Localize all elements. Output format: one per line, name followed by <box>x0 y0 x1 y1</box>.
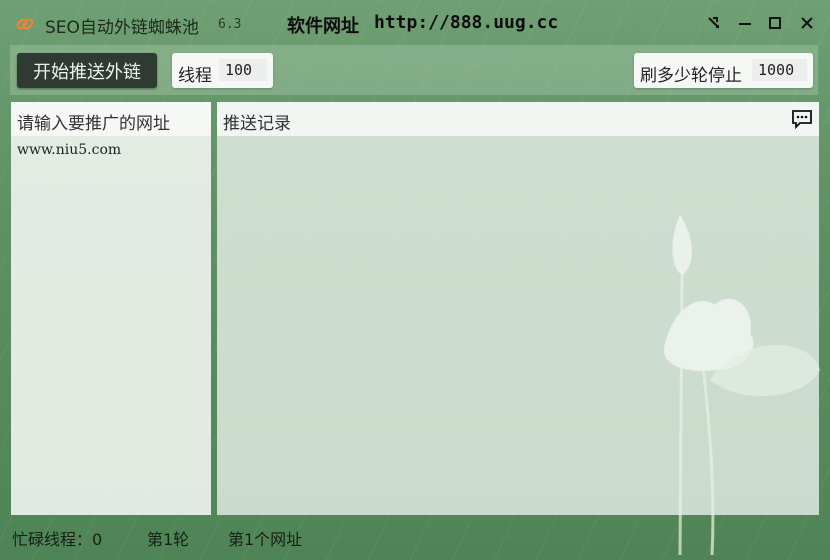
message-icon[interactable] <box>791 109 813 129</box>
threads-input[interactable] <box>219 59 267 81</box>
site-label: 软件网址 <box>287 16 359 37</box>
app-title: SEO自动外链蜘蛛池 <box>45 18 199 38</box>
threads-field: 线程 <box>172 53 273 88</box>
url-index-status: 第1个网址 <box>228 530 303 549</box>
url-panel-title: 请输入要推广的网址 <box>17 114 170 134</box>
stop-rounds-label: 刷多少轮停止 <box>640 66 742 86</box>
log-panel-title: 推送记录 <box>223 114 291 134</box>
site-url[interactable]: http://888.uug.cc <box>374 12 558 33</box>
stop-rounds-input[interactable] <box>752 59 807 81</box>
url-textarea[interactable]: www.niu5.com <box>13 138 209 513</box>
push-log-panel: 推送记录 <box>217 102 819 515</box>
push-log-area[interactable] <box>217 136 819 515</box>
threads-label: 线程 <box>178 66 212 86</box>
log-panel-header: 推送记录 <box>217 102 819 136</box>
minimize-icon[interactable] <box>735 13 755 33</box>
round-status: 第1轮 <box>147 530 190 549</box>
maximize-icon[interactable] <box>765 13 785 33</box>
title-bar: SEO自动外链蜘蛛池 6.3 软件网址 http://888.uug.cc <box>0 0 830 46</box>
app-window: SEO自动外链蜘蛛池 6.3 软件网址 http://888.uug.cc 开始… <box>0 0 830 560</box>
status-bar: 忙碌线程：0 第1轮 第1个网址 <box>0 517 830 560</box>
stop-rounds-field: 刷多少轮停止 <box>634 53 813 88</box>
url-input-panel: 请输入要推广的网址 www.niu5.com <box>11 102 211 515</box>
link-icon <box>16 18 34 30</box>
close-icon[interactable] <box>797 13 817 33</box>
app-version: 6.3 <box>218 17 242 32</box>
start-push-button[interactable]: 开始推送外链 <box>17 53 157 88</box>
pin-icon[interactable] <box>704 13 724 33</box>
url-panel-header: 请输入要推广的网址 <box>11 102 211 136</box>
busy-threads-status: 忙碌线程：0 <box>12 530 103 549</box>
